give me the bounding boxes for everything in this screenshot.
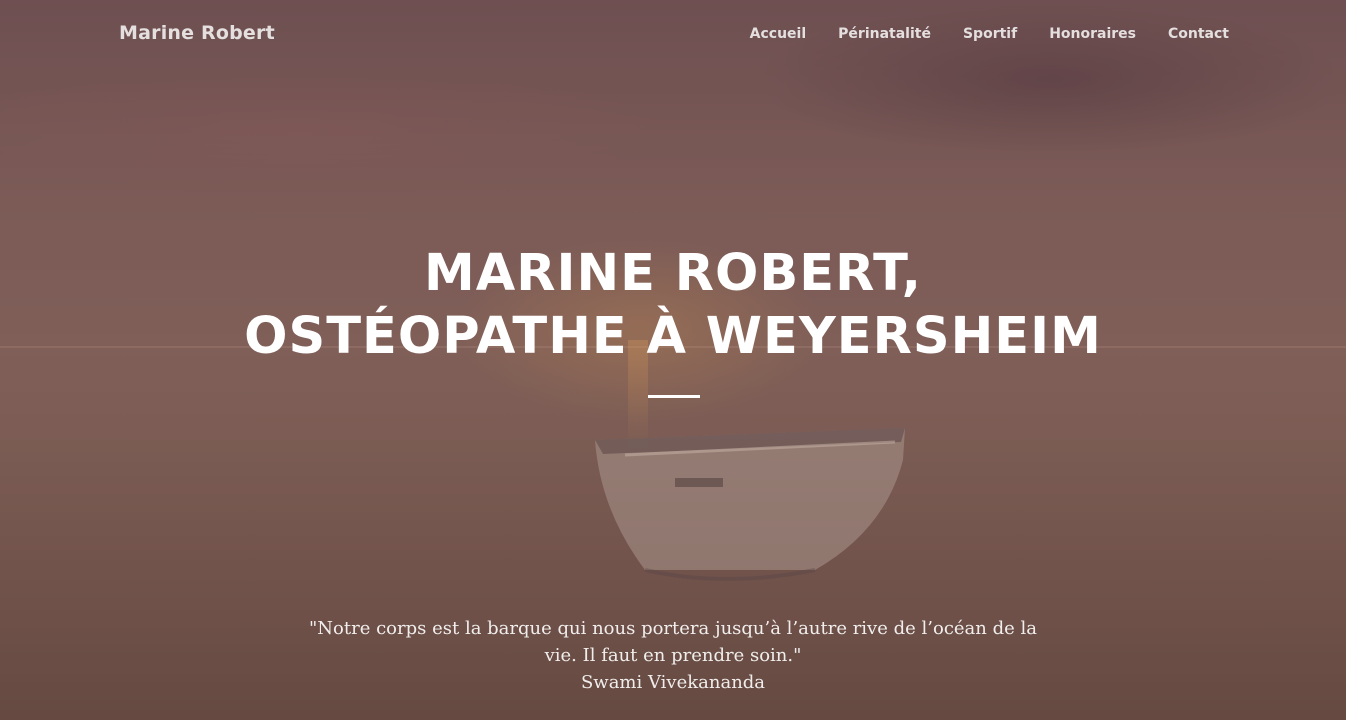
quote-text: "Notre corps est la barque qui nous port…	[300, 615, 1046, 669]
hero-quote: "Notre corps est la barque qui nous port…	[300, 615, 1046, 696]
hero-title-line1: MARINE ROBERT,	[424, 244, 922, 303]
hero-heading: MARINE ROBERT, OSTÉOPATHE À WEYERSHEIM	[0, 242, 1346, 368]
hero-title-line2: OSTÉOPATHE À WEYERSHEIM	[244, 307, 1102, 366]
nav-link-honoraires[interactable]: Honoraires	[1049, 26, 1136, 42]
hero-title: MARINE ROBERT, OSTÉOPATHE À WEYERSHEIM	[0, 242, 1346, 368]
heading-divider	[648, 395, 700, 398]
nav-link-perinatalite[interactable]: Périnatalité	[838, 26, 931, 42]
nav-link-accueil[interactable]: Accueil	[750, 26, 807, 42]
navbar: Marine Robert Accueil Périnatalité Sport…	[0, 0, 1346, 72]
quote-line2: vie. Il faut en prendre soin."	[544, 645, 802, 666]
nav-link-contact[interactable]: Contact	[1168, 26, 1229, 42]
quote-line1: "Notre corps est la barque qui nous port…	[309, 618, 1037, 639]
brand-logo-link[interactable]: Marine Robert	[119, 22, 275, 44]
nav-link-sportif[interactable]: Sportif	[963, 26, 1017, 42]
quote-author: Swami Vivekananda	[580, 672, 766, 693]
nav-links: Accueil Périnatalité Sportif Honoraires …	[750, 26, 1229, 42]
boat-illustration	[595, 428, 905, 581]
